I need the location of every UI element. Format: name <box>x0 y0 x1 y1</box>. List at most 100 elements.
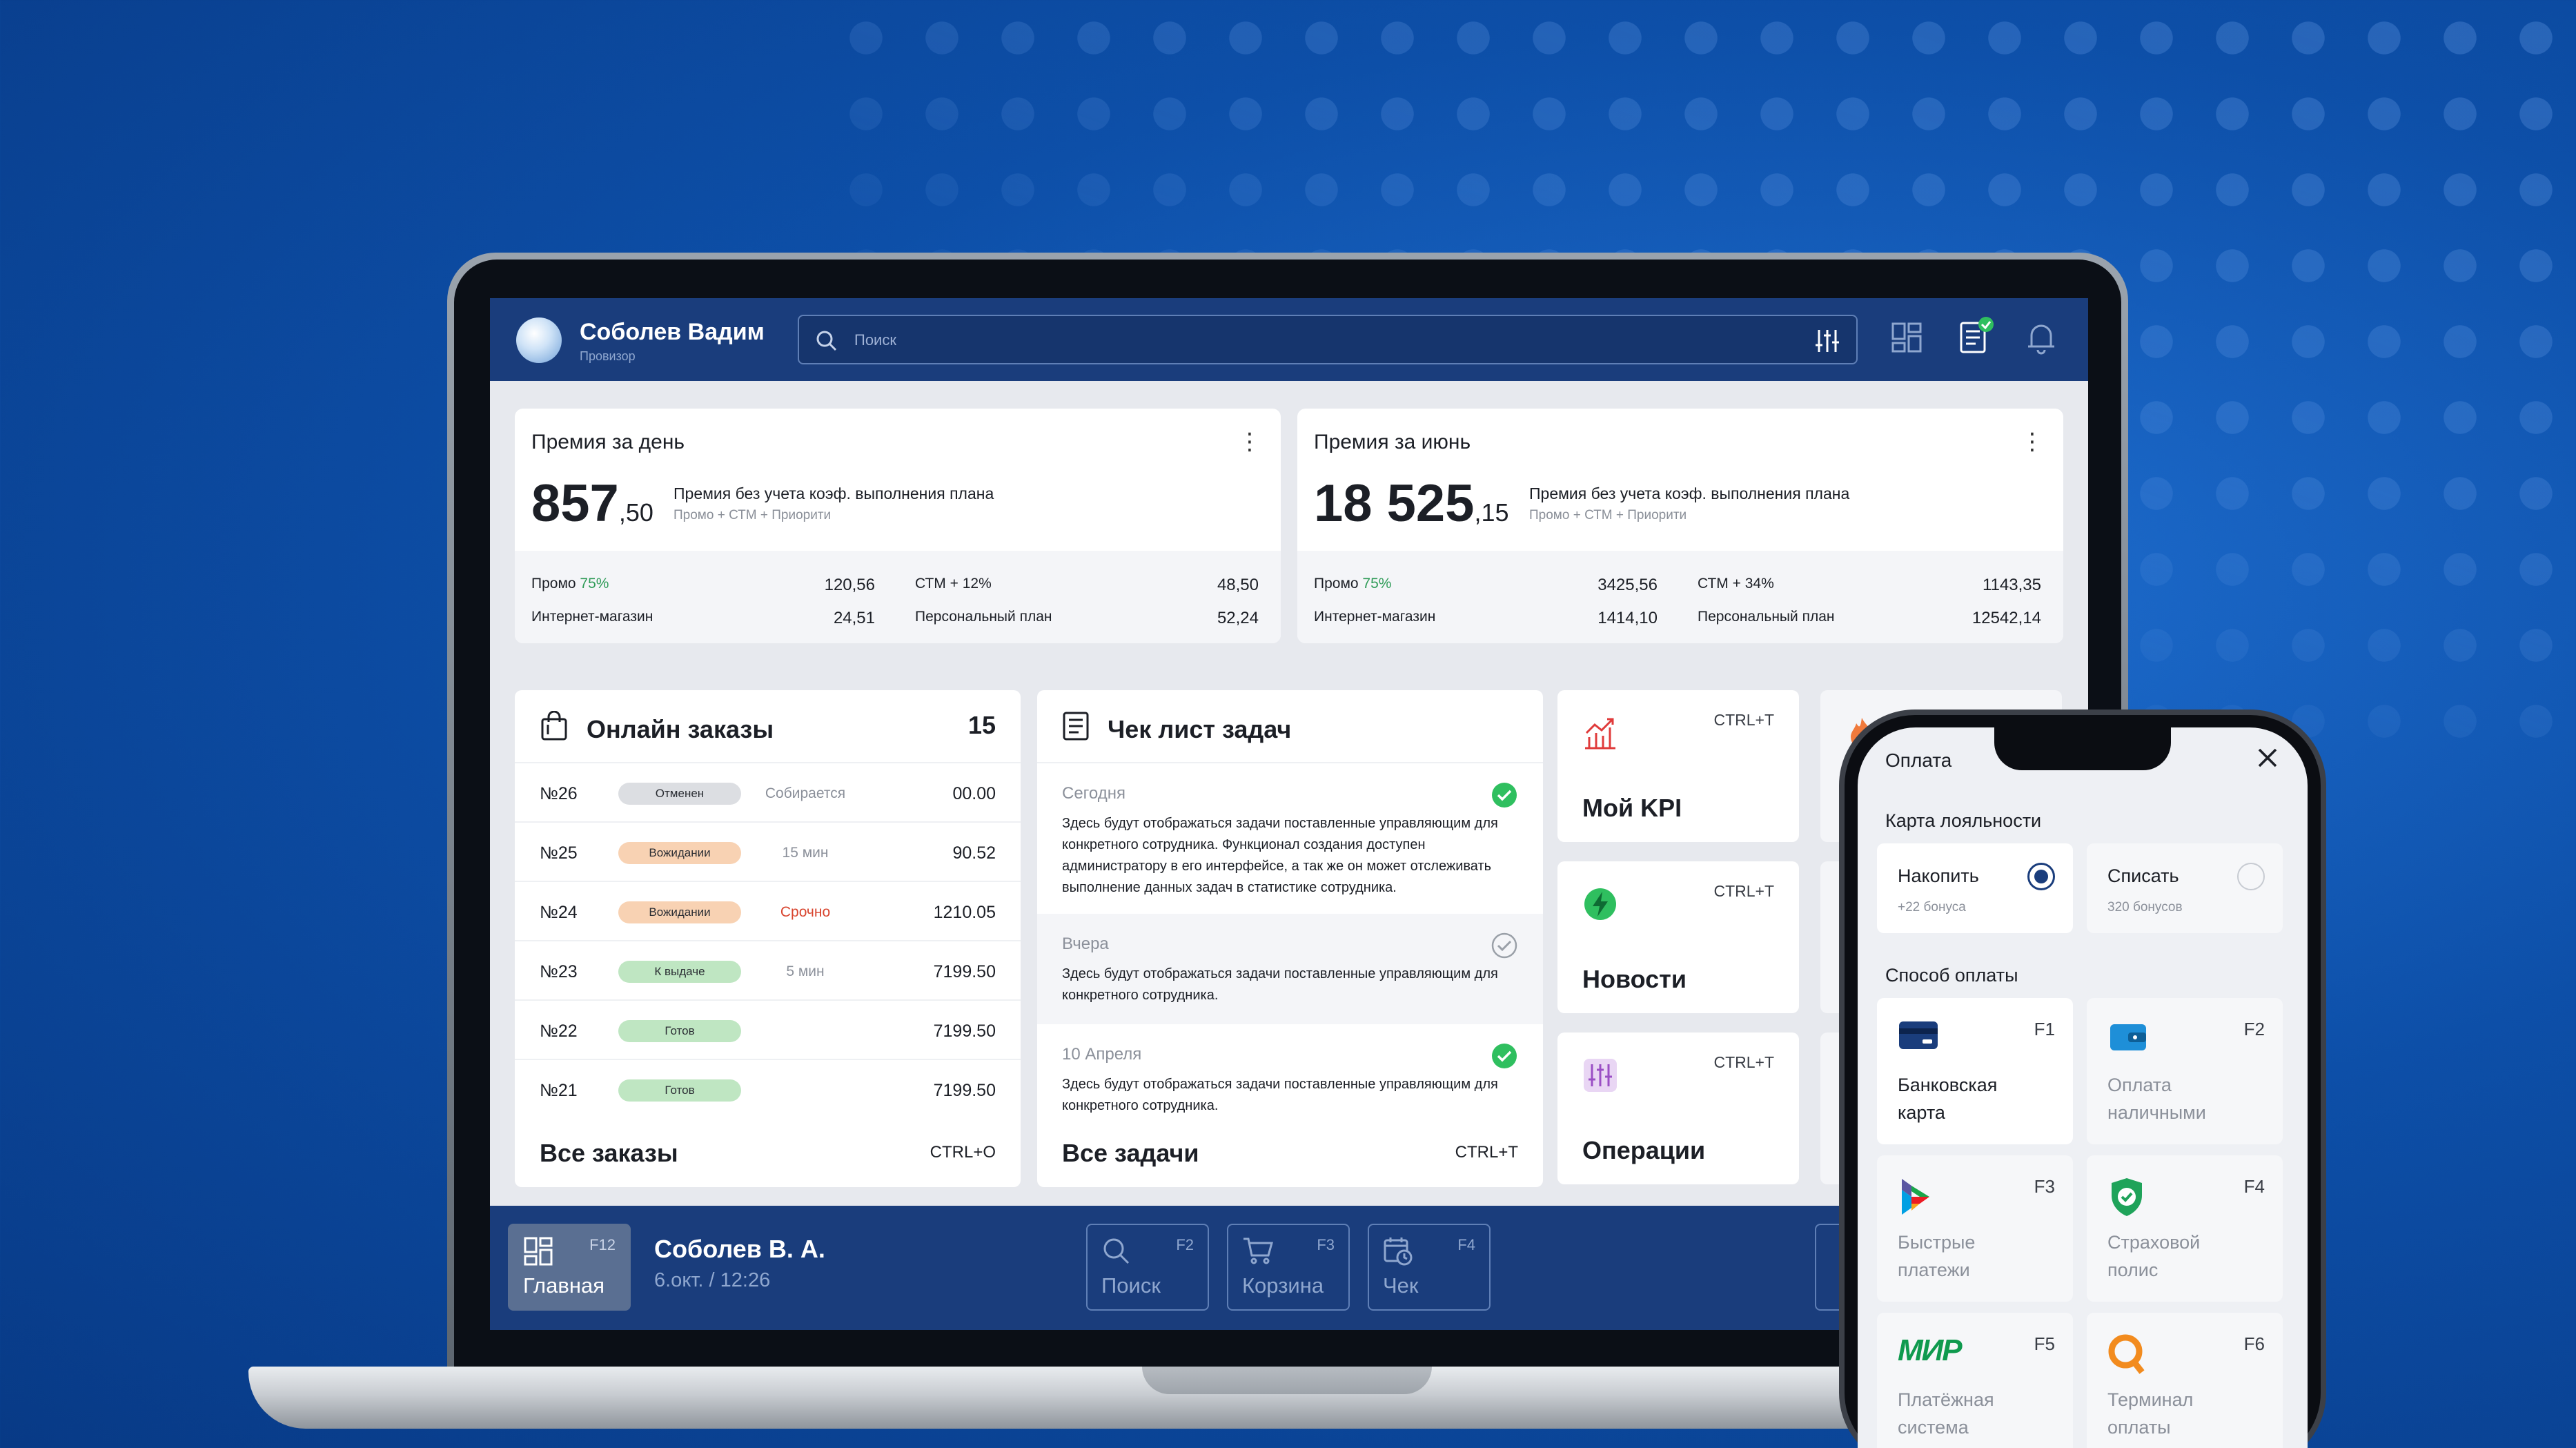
order-number: №24 <box>540 903 578 922</box>
method-cash[interactable]: F2 Оплата наличными <box>2087 998 2283 1144</box>
more-icon[interactable]: ⋮ <box>2021 428 2044 456</box>
terminal-icon <box>2107 1333 2146 1378</box>
order-state: Собирается <box>765 785 846 801</box>
radio-selected[interactable] <box>2027 863 2055 890</box>
orders-count: 15 <box>967 711 996 739</box>
method-label: Платёжная система <box>1898 1389 1994 1438</box>
task-item[interactable]: Вчера Здесь будут отображаться задачи по… <box>1037 914 1543 1024</box>
task-date: Вчера <box>1062 935 1109 953</box>
method-key: F1 <box>2034 1019 2055 1039</box>
sliders-icon <box>1582 1057 1618 1097</box>
tile-news[interactable]: CTRL+T Новости <box>1557 861 1799 1013</box>
order-amount: 7199.50 <box>933 1021 996 1041</box>
order-row[interactable]: №24 Вожидании Срочно 1210.05 <box>515 881 1021 940</box>
tile-shortcut: CTRL+T <box>1713 1053 1774 1071</box>
method-fast-payments[interactable]: F3 Быстрые платежи <box>1877 1155 2073 1302</box>
avatar[interactable] <box>516 317 562 363</box>
tile-my-kpi[interactable]: CTRL+T Мой KPI <box>1557 690 1799 842</box>
order-amount: 1210.05 <box>933 903 996 922</box>
mir-logo-icon: МИР <box>1898 1333 1963 1367</box>
task-item[interactable]: Сегодня Здесь будут отображаться задачи … <box>1037 762 1543 914</box>
order-number: №25 <box>540 843 578 863</box>
method-payment-system[interactable]: МИР F5 Платёжная система <box>1877 1313 2073 1448</box>
close-icon[interactable] <box>2255 745 2280 774</box>
chart-icon <box>1582 715 1618 754</box>
order-row[interactable]: №22 Готов 7199.50 <box>515 999 1021 1059</box>
layout-icon[interactable] <box>1891 322 1923 357</box>
search-input[interactable] <box>854 329 1751 352</box>
task-item[interactable]: 10 Апреля Здесь будут отображаться задач… <box>1037 1024 1543 1121</box>
method-label: Терминал оплаты <box>2107 1389 2194 1438</box>
premium-day-amount: 857,50 <box>531 474 653 533</box>
breakdown-right: СТМ + 12% 48,50 Персональный план 52,24 <box>898 551 1275 643</box>
method-terminal[interactable]: F6 Терминал оплаты <box>2087 1313 2283 1448</box>
bell-icon[interactable] <box>2026 322 2056 358</box>
task-done-icon[interactable] <box>1491 1042 1518 1073</box>
home-button[interactable]: F12 Главная <box>508 1224 631 1311</box>
sbp-icon <box>1898 1176 1934 1221</box>
order-status-badge: Вожидании <box>618 901 741 923</box>
loyalty-accumulate-option[interactable]: Накопить +22 бонуса <box>1877 843 2073 933</box>
calendar-clock-icon <box>1383 1236 1413 1270</box>
task-done-icon[interactable] <box>1491 781 1518 812</box>
all-tasks-link[interactable]: Все задачи <box>1062 1139 1199 1168</box>
bank-card-icon <box>1898 1019 1939 1055</box>
order-state: 15 мин <box>782 845 829 861</box>
task-undone-icon[interactable] <box>1491 932 1518 963</box>
method-bank-card[interactable]: F1 Банковская карта <box>1877 998 2073 1144</box>
option-label: Накопить <box>1898 865 1979 886</box>
breakdown-left: Промо 75% 120,56 Интернет-магазин 24,51 <box>515 551 892 643</box>
checklist-title: Чек лист задач <box>1108 714 1292 743</box>
method-insurance[interactable]: F4 Страховой полис <box>2087 1155 2283 1302</box>
breakdown-right: СТМ + 34% 1143,35 Персональный план 12542,… <box>1681 551 2058 643</box>
premium-month-sub: Промо + СТМ + Приорити <box>1529 508 1687 522</box>
checklist-icon <box>1062 711 1090 747</box>
online-orders-card: Онлайн заказы 15 №26 Отменен Собирается 00.… <box>515 690 1021 1187</box>
bottom-user-name: Соболев В. А. <box>654 1235 825 1263</box>
order-amount: 7199.50 <box>933 962 996 981</box>
task-text: Здесь будут отображаться задачи поставле… <box>1062 966 1498 1003</box>
order-status-badge: Отменен <box>618 783 741 805</box>
premium-month-card[interactable]: Премия за июнь ⋮ 18 525,15 Премия без уч… <box>1297 409 2063 643</box>
method-label: Страховой полис <box>2107 1232 2201 1280</box>
home-label: Главная <box>523 1273 604 1298</box>
phone-payment-screen: Оплата Карта лояльности Накопить +22 бон… <box>1858 727 2308 1448</box>
option-label: Списать <box>2107 865 2179 886</box>
shopping-bag-icon <box>540 710 569 747</box>
search-icon <box>1101 1236 1130 1269</box>
order-row[interactable]: №21 Готов 7199.50 <box>515 1059 1021 1118</box>
search-icon <box>814 329 839 357</box>
order-state: 5 мин <box>786 963 825 979</box>
order-row[interactable]: №23 К выдаче 5 мин 7199.50 <box>515 940 1021 999</box>
search-bar[interactable] <box>798 315 1858 364</box>
tile-operations[interactable]: CTRL+T Операции <box>1557 1033 1799 1184</box>
method-key: F5 <box>2034 1333 2055 1354</box>
filter-icon[interactable] <box>1813 327 1841 358</box>
all-orders-link[interactable]: Все заказы <box>540 1139 678 1168</box>
breakdown-row: Персональный план 12542,14 <box>1698 609 2041 627</box>
receipt-key: F4 <box>1457 1236 1475 1253</box>
premium-day-card[interactable]: Премия за день ⋮ 857,50 Премия без учета… <box>515 409 1281 643</box>
loyalty-spend-option[interactable]: Списать 320 бонусов <box>2087 843 2283 933</box>
breakdown-row: Персональный план 52,24 <box>915 609 1259 627</box>
app-header: Соболев Вадим Провизор <box>490 298 2088 381</box>
all-tasks-shortcut: CTRL+T <box>1455 1143 1518 1162</box>
receipt-button[interactable]: F4 Чек <box>1368 1224 1491 1311</box>
task-date: Сегодня <box>1062 784 1125 803</box>
radio-unselected[interactable] <box>2237 863 2265 890</box>
premium-day-desc: Премия без учета коэф. выполнения плана <box>674 485 994 502</box>
more-icon[interactable]: ⋮ <box>1238 428 1261 456</box>
search-button[interactable]: F2 Поиск <box>1086 1224 1209 1311</box>
order-row[interactable]: №25 Вожидании 15 мин 90.52 <box>515 821 1021 881</box>
method-key: F6 <box>2243 1333 2265 1354</box>
breakdown-row: Промо 75% 3425,56 <box>1314 576 1658 594</box>
premium-month-title: Премия за июнь <box>1314 431 1471 453</box>
order-row[interactable]: №26 Отменен Собирается 00.00 <box>515 762 1021 821</box>
orders-title: Онлайн заказы <box>587 714 774 743</box>
order-status-badge: Готов <box>618 1079 741 1102</box>
document-check-icon[interactable] <box>1958 316 1996 358</box>
order-status-badge: Готов <box>618 1020 741 1042</box>
order-number: №26 <box>540 784 578 803</box>
cart-button[interactable]: F3 Корзина <box>1227 1224 1350 1311</box>
wallet-icon <box>2107 1019 2149 1057</box>
